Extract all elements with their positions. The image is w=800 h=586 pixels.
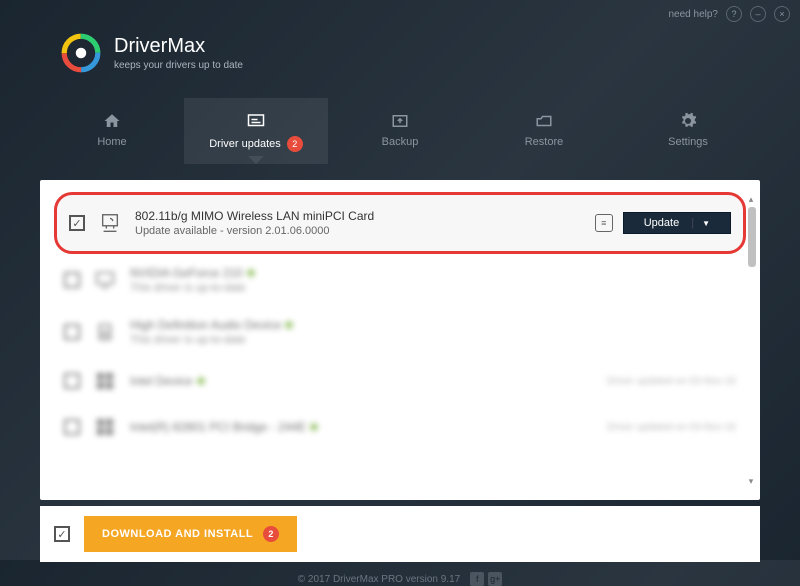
main-nav: Home Driver updates2 Backup Restore Sett… bbox=[0, 98, 800, 164]
monitor-icon bbox=[94, 269, 116, 291]
driver-checkbox[interactable] bbox=[64, 324, 80, 340]
status-dot-icon bbox=[285, 321, 293, 329]
window-controls: need help? ? – × bbox=[669, 6, 791, 22]
driver-status: Update available - version 2.01.06.0000 bbox=[135, 225, 581, 237]
driver-name: Intel(R) 82801 PCI Bridge - 244E bbox=[130, 420, 593, 434]
nav-label: Settings bbox=[668, 136, 708, 148]
help-icon[interactable]: ? bbox=[726, 6, 742, 22]
driver-name: 802.11b/g MIMO Wireless LAN miniPCI Card bbox=[135, 209, 581, 223]
help-link[interactable]: need help? bbox=[669, 9, 719, 20]
nav-label: Restore bbox=[525, 136, 564, 148]
driver-checkbox[interactable] bbox=[64, 419, 80, 435]
nav-label: Driver updates2 bbox=[209, 136, 303, 152]
social-icons: f g+ bbox=[470, 572, 502, 586]
driver-checkbox[interactable]: ✓ bbox=[69, 215, 85, 231]
driver-updated-text: Driver updated on 03-Nov-16 bbox=[607, 376, 736, 387]
nav-settings[interactable]: Settings bbox=[616, 98, 760, 164]
scroll-down-icon[interactable]: ▾ bbox=[746, 476, 756, 486]
nav-backup[interactable]: Backup bbox=[328, 98, 472, 164]
nav-label: Backup bbox=[382, 136, 419, 148]
driver-name: High Definition Audio Device bbox=[130, 318, 736, 332]
driver-name: Intel Device bbox=[130, 374, 593, 388]
driver-row: Intel Device Driver updated on 03-Nov-16 bbox=[54, 358, 746, 404]
status-dot-icon bbox=[247, 269, 255, 277]
chevron-down-icon: ▼ bbox=[702, 219, 710, 228]
app-tagline: keeps your drivers up to date bbox=[114, 60, 243, 71]
nav-driver-updates[interactable]: Driver updates2 bbox=[184, 98, 328, 164]
home-icon bbox=[103, 112, 121, 130]
windows-icon bbox=[94, 416, 116, 438]
status-dot-icon bbox=[310, 423, 318, 431]
scroll-up-icon[interactable]: ▴ bbox=[746, 194, 756, 204]
facebook-icon[interactable]: f bbox=[470, 572, 484, 586]
network-card-icon bbox=[99, 212, 121, 234]
download-install-button[interactable]: DOWNLOAD AND INSTALL 2 bbox=[84, 516, 297, 552]
copyright-text: © 2017 DriverMax PRO version 9.17 bbox=[298, 574, 460, 585]
bottom-bar: ✓ DOWNLOAD AND INSTALL 2 bbox=[40, 506, 760, 562]
minimize-button[interactable]: – bbox=[750, 6, 766, 22]
driver-checkbox[interactable] bbox=[64, 373, 80, 389]
driver-row-highlighted: ✓ 802.11b/g MIMO Wireless LAN miniPCI Ca… bbox=[54, 192, 746, 254]
scrollbar-thumb[interactable] bbox=[748, 207, 756, 267]
driver-row: Intel(R) 82801 PCI Bridge - 244E Driver … bbox=[54, 404, 746, 450]
update-button[interactable]: Update | ▼ bbox=[623, 212, 731, 234]
driver-status: This driver is up-to-date bbox=[130, 334, 736, 346]
footer: © 2017 DriverMax PRO version 9.17 f g+ bbox=[0, 572, 800, 586]
driver-name: NVIDIA GeForce 210 bbox=[130, 266, 736, 280]
details-icon[interactable]: ≡ bbox=[595, 214, 613, 232]
nav-label: Home bbox=[97, 136, 126, 148]
nav-home[interactable]: Home bbox=[40, 98, 184, 164]
scrollbar[interactable]: ▴ ▾ bbox=[746, 194, 758, 486]
windows-icon bbox=[94, 370, 116, 392]
select-all-checkbox[interactable]: ✓ bbox=[54, 526, 70, 542]
updates-badge: 2 bbox=[287, 136, 303, 152]
driver-list: ✓ 802.11b/g MIMO Wireless LAN miniPCI Ca… bbox=[40, 180, 760, 500]
audio-icon bbox=[94, 321, 116, 343]
backup-icon bbox=[391, 112, 409, 130]
updates-icon bbox=[247, 112, 265, 130]
driver-updated-text: Driver updated on 03-Nov-16 bbox=[607, 422, 736, 433]
nav-restore[interactable]: Restore bbox=[472, 98, 616, 164]
driver-row: NVIDIA GeForce 210 This driver is up-to-… bbox=[54, 254, 746, 306]
gear-icon bbox=[679, 112, 697, 130]
app-name: DriverMax bbox=[114, 35, 243, 58]
download-badge: 2 bbox=[263, 526, 279, 542]
app-logo-icon bbox=[60, 32, 102, 74]
restore-icon bbox=[535, 112, 553, 130]
driver-row: High Definition Audio Device This driver… bbox=[54, 306, 746, 358]
close-button[interactable]: × bbox=[774, 6, 790, 22]
status-dot-icon bbox=[197, 377, 205, 385]
google-plus-icon[interactable]: g+ bbox=[488, 572, 502, 586]
driver-checkbox[interactable] bbox=[64, 272, 80, 288]
driver-status: This driver is up-to-date bbox=[130, 282, 736, 294]
